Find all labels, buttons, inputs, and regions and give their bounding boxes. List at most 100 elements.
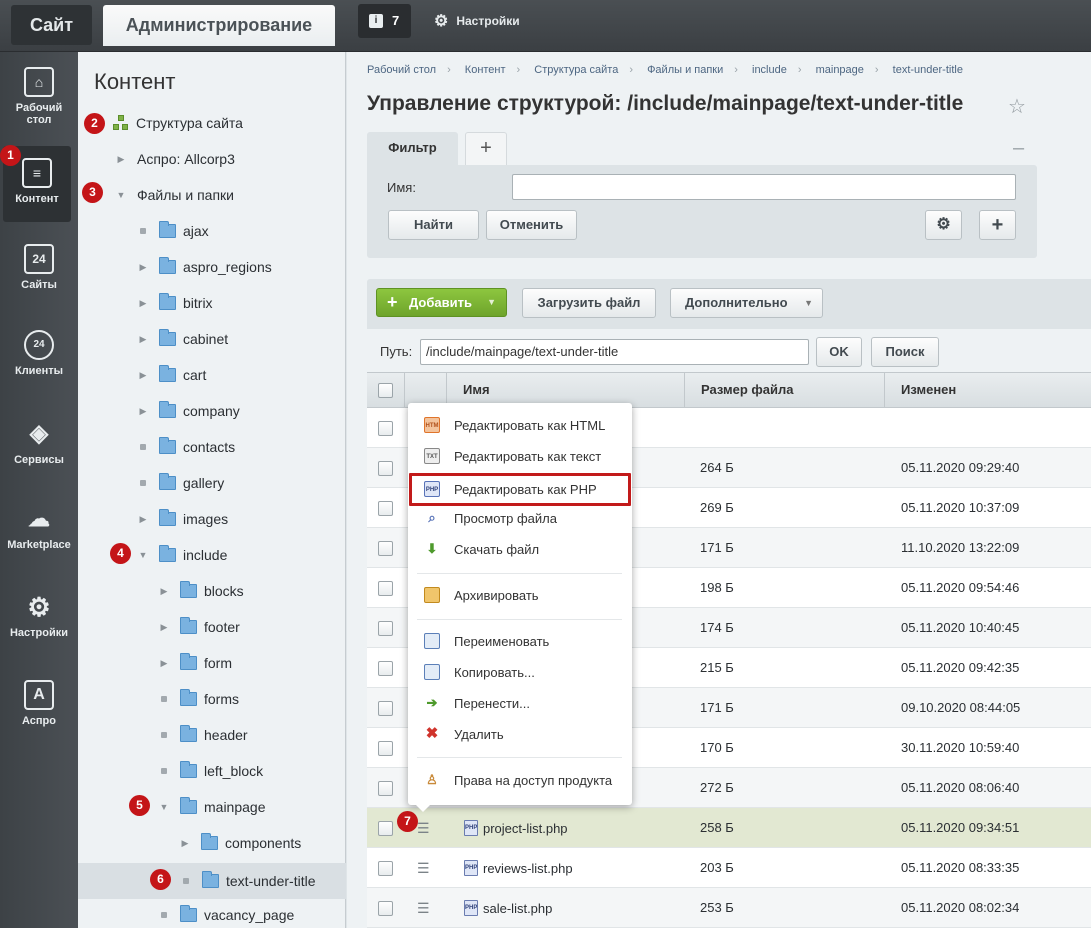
menu-delete[interactable]: ✖ Удалить — [408, 720, 632, 748]
tree-folder[interactable]: ▶ components — [179, 833, 301, 853]
column-size-header[interactable]: Размер файла — [684, 373, 884, 407]
menu-edit-html[interactable]: HTM Редактировать как HTML — [408, 411, 632, 439]
breadcrumb-link[interactable]: text-under-title — [893, 64, 963, 76]
chevron-right-icon[interactable]: ▶ — [158, 658, 170, 669]
cancel-button[interactable]: Отменить — [486, 210, 577, 240]
breadcrumb-link[interactable]: Рабочий стол — [367, 64, 436, 76]
tree-folder[interactable]: ▶ form — [158, 653, 232, 673]
tree-folder[interactable]: ajax — [137, 221, 209, 241]
tree-folder[interactable]: header — [158, 725, 248, 745]
collapse-filter-icon[interactable]: – — [1013, 137, 1024, 160]
add-filter-field-button[interactable]: + — [979, 210, 1016, 240]
chevron-down-icon[interactable]: ▼ — [115, 190, 127, 200]
notifications-button[interactable]: i 7 — [358, 4, 411, 38]
tree-folder[interactable]: ▶ footer — [158, 617, 240, 637]
tree-folder-include[interactable]: ▼ include — [137, 545, 227, 565]
path-input[interactable]: /include/mainpage/text-under-title — [420, 339, 809, 365]
add-filter-tab-button[interactable]: + — [465, 132, 507, 165]
menu-edit-php[interactable]: PHP Редактировать как PHP — [408, 475, 632, 503]
breadcrumb-link[interactable]: Структура сайта — [534, 64, 618, 76]
column-name-header[interactable]: Имя — [446, 373, 684, 407]
chevron-right-icon[interactable]: ▶ — [137, 298, 149, 309]
row-menu-icon[interactable]: ☰ — [417, 900, 430, 917]
menu-access-rights[interactable]: ♙ Права на доступ продукта — [408, 766, 632, 794]
chevron-right-icon[interactable]: ▶ — [158, 586, 170, 597]
path-ok-button[interactable]: OK — [816, 337, 862, 367]
breadcrumb-link[interactable]: Контент — [465, 64, 506, 76]
breadcrumb-link[interactable]: Файлы и папки — [647, 64, 723, 76]
row-checkbox[interactable] — [378, 501, 393, 516]
tree-folder[interactable]: ▶ blocks — [158, 581, 244, 601]
upload-file-button[interactable]: Загрузить файл — [522, 288, 656, 318]
chevron-right-icon[interactable]: ▶ — [115, 154, 127, 165]
row-checkbox[interactable] — [378, 741, 393, 756]
name-filter-input[interactable] — [512, 174, 1016, 200]
search-button[interactable]: Поиск — [871, 337, 939, 367]
breadcrumb-link[interactable]: include — [752, 64, 787, 76]
menu-copy[interactable]: Копировать... — [408, 658, 632, 686]
tree-folder[interactable]: gallery — [137, 473, 224, 493]
chevron-right-icon[interactable]: ▶ — [137, 370, 149, 381]
tab-filter[interactable]: Фильтр — [367, 132, 458, 165]
menu-rename[interactable]: Переименовать — [408, 627, 632, 655]
chevron-right-icon[interactable]: ▶ — [137, 262, 149, 273]
tree-folder[interactable]: left_block — [158, 761, 263, 781]
chevron-right-icon[interactable]: ▶ — [137, 334, 149, 345]
filter-settings-button[interactable]: ⚙ — [925, 210, 962, 240]
menu-move[interactable]: ➔ Перенести... — [408, 689, 632, 717]
row-checkbox[interactable] — [378, 781, 393, 796]
find-button[interactable]: Найти — [388, 210, 479, 240]
row-checkbox[interactable] — [378, 821, 393, 836]
chevron-down-icon[interactable]: ▼ — [158, 802, 170, 812]
tree-files-folders[interactable]: ▼ Файлы и папки — [115, 185, 234, 205]
tree-folder-selected[interactable]: text-under-title — [78, 863, 346, 899]
menu-edit-text[interactable]: TXT Редактировать как текст — [408, 442, 632, 470]
table-row[interactable]: ☰ PHP reviews-list.php 203 Б 05.11.2020 0… — [367, 848, 1091, 888]
tree-folder[interactable]: ▶ company — [137, 401, 240, 421]
chevron-right-icon[interactable]: ▶ — [137, 514, 149, 525]
row-menu-icon[interactable]: ☰ — [417, 860, 430, 877]
tree-folder[interactable]: ▶ cart — [137, 365, 206, 385]
row-checkbox[interactable] — [378, 541, 393, 556]
tree-folder[interactable]: ▶ aspro_regions — [137, 257, 272, 277]
nav-sites[interactable]: 24 Сайты — [0, 244, 78, 291]
row-checkbox[interactable] — [378, 701, 393, 716]
menu-download-file[interactable]: ⬇ Скачать файл — [408, 535, 632, 563]
tree-folder[interactable]: forms — [158, 689, 239, 709]
nav-settings[interactable]: ⚙ Настройки — [0, 592, 78, 639]
column-modified-header[interactable]: Изменен — [884, 373, 1091, 407]
select-all-checkbox[interactable] — [378, 383, 393, 398]
tree-folder[interactable]: contacts — [137, 437, 235, 457]
tree-folder[interactable]: ▶ images — [137, 509, 228, 529]
row-checkbox[interactable] — [378, 901, 393, 916]
nav-aspro[interactable]: A Аспро — [0, 680, 78, 727]
tree-folder[interactable]: ▶ bitrix — [137, 293, 213, 313]
add-button[interactable]: + Добавить ▼ — [376, 288, 507, 317]
chevron-right-icon[interactable]: ▶ — [179, 838, 191, 849]
chevron-down-icon[interactable]: ▼ — [137, 550, 149, 560]
row-checkbox[interactable] — [378, 421, 393, 436]
row-checkbox[interactable] — [378, 661, 393, 676]
chevron-right-icon[interactable]: ▶ — [158, 622, 170, 633]
row-checkbox[interactable] — [378, 621, 393, 636]
chevron-right-icon[interactable]: ▶ — [137, 406, 149, 417]
row-checkbox[interactable] — [378, 461, 393, 476]
tab-administration[interactable]: Администрирование — [103, 5, 335, 46]
table-row[interactable]: ☰ PHP sale-list.php 253 Б 05.11.2020 08:0… — [367, 888, 1091, 928]
tab-site[interactable]: Сайт — [11, 5, 92, 45]
settings-link[interactable]: ⚙ Настройки — [434, 11, 520, 31]
table-row-active[interactable]: ☰ PHP project-list.php 258 Б 05.11.2020 0… — [367, 808, 1091, 848]
row-menu-icon[interactable]: ☰ — [417, 820, 430, 837]
row-checkbox[interactable] — [378, 581, 393, 596]
nav-clients[interactable]: 24 Клиенты — [0, 330, 78, 377]
nav-marketplace[interactable]: ☁ Marketplace — [0, 504, 78, 551]
file-name[interactable]: PHP project-list.php — [464, 820, 568, 836]
nav-services[interactable]: ◈ Сервисы — [0, 419, 78, 466]
star-icon[interactable]: ☆ — [1008, 94, 1026, 119]
file-name[interactable]: PHP sale-list.php — [464, 900, 552, 916]
menu-view-file[interactable]: ⌕ Просмотр файла — [408, 504, 632, 532]
row-checkbox[interactable] — [378, 861, 393, 876]
tree-folder[interactable]: ▶ cabinet — [137, 329, 228, 349]
nav-desktop[interactable]: ⌂ Рабочий стол — [0, 67, 78, 126]
tree-folder[interactable]: vacancy_page — [158, 905, 294, 925]
